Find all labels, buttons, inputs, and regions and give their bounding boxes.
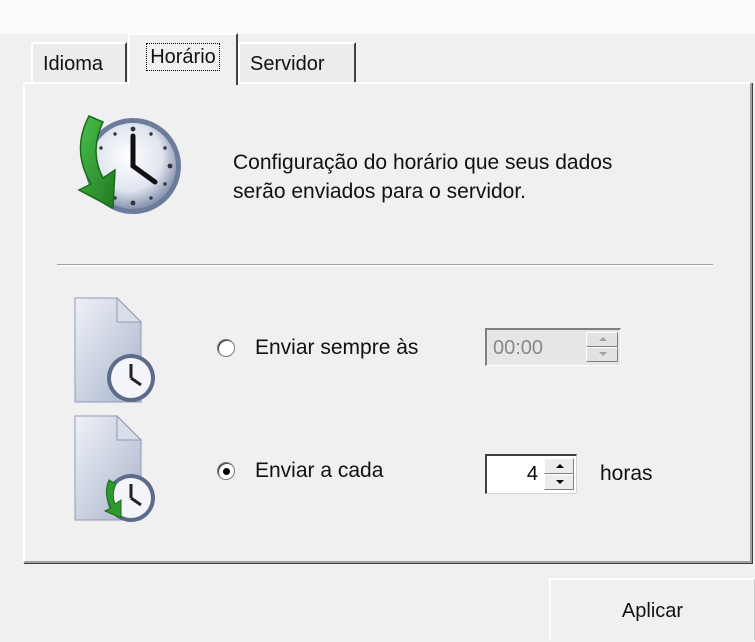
- description-line1: Configuração do horário que seus dados: [233, 151, 613, 174]
- fixed-time-input[interactable]: 00:00: [485, 328, 621, 366]
- description: Configuração do horário que seus dados s…: [233, 148, 612, 206]
- fixed-time-label: Enviar sempre às: [255, 336, 419, 359]
- interval-label: Enviar a cada: [255, 459, 384, 482]
- horario-panel: Configuração do horário que seus dados s…: [23, 82, 752, 563]
- fixed-time-value: 00:00: [493, 337, 544, 359]
- description-line2: serão enviados para o servidor.: [233, 180, 527, 203]
- interval-radio[interactable]: [217, 462, 235, 480]
- interval-down-button[interactable]: [544, 474, 574, 490]
- fixed-time-spinner[interactable]: [586, 332, 618, 362]
- tab-servidor[interactable]: Servidor: [238, 42, 356, 82]
- document-clock-icon: [74, 296, 155, 403]
- divider: [57, 264, 713, 266]
- fixed-time-down-button[interactable]: [586, 347, 618, 362]
- interval-up-button[interactable]: [544, 458, 574, 474]
- tab-idioma-label: Idioma: [43, 53, 104, 75]
- clock-download-icon: [77, 115, 181, 214]
- interval-radio-dot: [223, 468, 230, 475]
- interval-unit: horas: [600, 462, 653, 485]
- tab-horario-label: Horário: [146, 43, 220, 71]
- fixed-time-radio[interactable]: [217, 339, 235, 357]
- interval-value: 4: [526, 463, 538, 485]
- top-area: [0, 0, 755, 34]
- tab-servidor-label: Servidor: [250, 53, 325, 75]
- apply-button[interactable]: Aplicar: [549, 578, 755, 640]
- tab-idioma[interactable]: Idioma: [31, 42, 127, 82]
- document-clock-refresh-icon: [74, 414, 155, 522]
- tab-horario[interactable]: Horário: [128, 33, 238, 85]
- interval-input[interactable]: 4: [485, 454, 577, 494]
- fixed-time-up-button[interactable]: [586, 332, 618, 347]
- interval-spinner[interactable]: [544, 458, 574, 490]
